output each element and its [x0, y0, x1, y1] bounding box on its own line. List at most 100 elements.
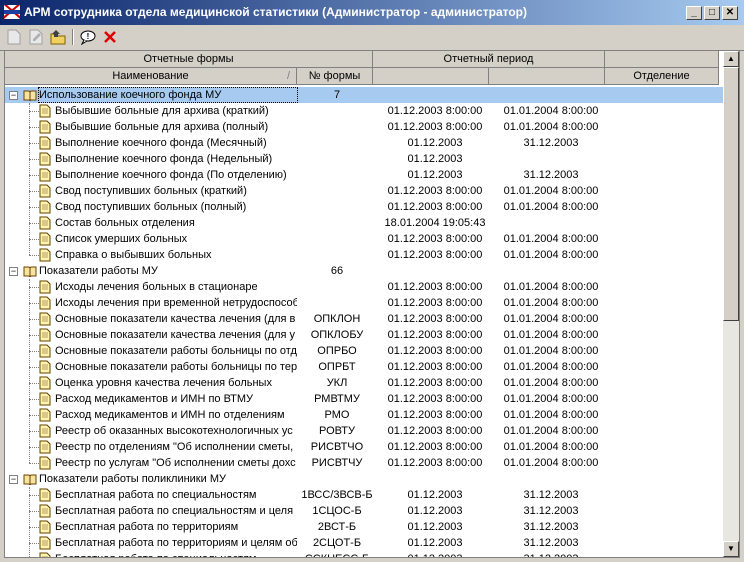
tree-item-row[interactable]: Бесплатная работа по специальностямССКНЕ… — [5, 551, 723, 557]
period-from: 01.12.2003 8:00:00 — [387, 329, 483, 341]
tree-item-row[interactable]: Исходы лечения при временной нетрудоспос… — [5, 295, 723, 311]
form-number: 2СЦОТ-Б — [312, 537, 362, 549]
department — [609, 167, 723, 183]
tree-item-row[interactable]: Исходы лечения больных в стационаре 01.12… — [5, 279, 723, 295]
department — [609, 279, 723, 295]
tree-group-row[interactable]: − Показатели работы поликлиники МУ — [5, 471, 723, 487]
form-number — [297, 471, 377, 487]
period-from: 01.12.2003 8:00:00 — [387, 377, 483, 389]
tree-group-row[interactable]: − Показатели работы МУ 66 — [5, 263, 723, 279]
tree-branch-line — [29, 543, 39, 544]
tree-branch-line — [29, 143, 39, 144]
report-document-icon — [39, 296, 51, 310]
column-header-period-from[interactable] — [373, 68, 489, 85]
report-name: Свод поступивших больных (краткий) — [55, 185, 247, 197]
tree-item-row[interactable]: Свод поступивших больных (краткий) 01.12.… — [5, 183, 723, 199]
scroll-up-button[interactable]: ▲ — [723, 51, 739, 67]
report-name: Бесплатная работа по специальностям — [55, 489, 257, 501]
new-document-icon[interactable] — [4, 28, 24, 46]
report-name: Расход медикаментов и ИМН по отделениям — [55, 409, 285, 421]
delete-icon[interactable] — [100, 28, 120, 46]
period-from: 01.12.2003 8:00:00 — [387, 409, 483, 421]
collapse-toggle-icon[interactable]: − — [9, 91, 18, 100]
period-to — [493, 215, 609, 231]
tree-item-row[interactable]: Список умерших больных 01.12.2003 8:00:00… — [5, 231, 723, 247]
tree-item-row[interactable]: Состав больных отделения 18.01.2004 19:05… — [5, 215, 723, 231]
department — [609, 343, 723, 359]
column-header-name[interactable]: Наименование / — [5, 68, 297, 85]
tree-item-row[interactable]: Выполнение коечного фонда (По отделению)… — [5, 167, 723, 183]
title-bar: АРМ сотрудника отдела медицинской статис… — [0, 0, 744, 25]
report-document-icon — [39, 280, 51, 294]
tree-item-row[interactable]: Расход медикаментов и ИМН по ВТМУ РМВТМУ 0… — [5, 391, 723, 407]
period-from: 01.12.2003 — [407, 153, 463, 165]
tree-item-row[interactable]: Выполнение коечного фонда (Месячный) 01.1… — [5, 135, 723, 151]
tree-item-row[interactable]: Основные показатели качества лечения (дл… — [5, 311, 723, 327]
tree-item-row[interactable]: Бесплатная работа по территориям и целям… — [5, 535, 723, 551]
report-name: Основные показатели работы больницы по т… — [55, 361, 297, 373]
report-document-icon — [39, 456, 51, 470]
collapse-toggle-icon[interactable]: − — [9, 475, 18, 484]
tree-item-row[interactable]: Выполнение коечного фонда (Недельный) 01.… — [5, 151, 723, 167]
tree-item-row[interactable]: Выбывшие больные для архива (полный) 01.1… — [5, 119, 723, 135]
header-report-period: Отчетный период — [373, 51, 605, 68]
tree-item-row[interactable]: Расход медикаментов и ИМН по отделениям Р… — [5, 407, 723, 423]
period-to: 01.01.2004 8:00:00 — [503, 409, 599, 421]
toolbar: ! — [0, 25, 744, 51]
period-from: 01.12.2003 8:00:00 — [387, 201, 483, 213]
report-name: Расход медикаментов и ИМН по ВТМУ — [55, 393, 254, 405]
open-folder-icon[interactable] — [48, 28, 68, 46]
tree-item-row[interactable]: Выбывшие больные для архива (краткий) 01.… — [5, 103, 723, 119]
tree-item-row[interactable]: Оценка уровня качества лечения больных УК… — [5, 375, 723, 391]
period-from: 01.12.2003 8:00:00 — [387, 185, 483, 197]
period-from: 01.12.2003 8:00:00 — [387, 249, 483, 261]
report-forms-grid[interactable]: Отчетные формы Отчетный период Наименова… — [4, 50, 740, 558]
tree-item-row[interactable]: Реестр по отделениям "Об исполнении смет… — [5, 439, 723, 455]
book-icon — [23, 89, 37, 102]
collapse-toggle-icon[interactable]: − — [9, 267, 18, 276]
department — [609, 103, 723, 119]
form-number — [297, 135, 377, 151]
period-to: 01.01.2004 8:00:00 — [503, 233, 599, 245]
column-header-department[interactable]: Отделение — [605, 68, 719, 85]
message-icon[interactable]: ! — [78, 28, 98, 46]
column-header-period-to[interactable] — [489, 68, 605, 85]
report-document-icon — [39, 168, 51, 182]
department — [609, 455, 723, 471]
scroll-thumb[interactable] — [723, 67, 739, 321]
period-from: 01.12.2003 8:00:00 — [387, 345, 483, 357]
tree-item-row[interactable]: Основные показатели работы больницы по о… — [5, 343, 723, 359]
close-button[interactable]: ✕ — [722, 6, 738, 20]
tree-item-row[interactable]: Бесплатная работа по специальностям и це… — [5, 503, 723, 519]
department — [609, 311, 723, 327]
report-name: Основные показатели работы больницы по о… — [55, 345, 297, 357]
tree-item-row[interactable]: Основные показатели качества лечения (дл… — [5, 327, 723, 343]
report-document-icon — [39, 216, 51, 230]
maximize-button[interactable]: □ — [704, 6, 720, 20]
period-from: 18.01.2004 19:05:43 — [384, 217, 486, 229]
tree-item-row[interactable]: Бесплатная работа по территориям 2ВСТ-Б 01… — [5, 519, 723, 535]
tree-branch-line — [29, 527, 39, 528]
vertical-scrollbar[interactable]: ▲ ▼ — [723, 51, 739, 557]
tree-item-row[interactable]: Реестр об оказанных высокотехнологичных … — [5, 423, 723, 439]
period-from: 01.12.2003 — [407, 521, 463, 533]
form-number: 1СЦОС-Б — [312, 505, 362, 517]
minimize-button[interactable]: _ — [686, 6, 702, 20]
tree-item-row[interactable]: Справка о выбывших больных 01.12.2003 8:0… — [5, 247, 723, 263]
tree-group-row[interactable]: − Использование коечного фонда МУ 7 — [5, 87, 723, 103]
report-name: Бесплатная работа по специальностям — [55, 551, 297, 557]
tree-item-row[interactable]: Основные показатели работы больницы по т… — [5, 359, 723, 375]
report-document-icon — [39, 408, 51, 422]
tree-branch-line — [29, 287, 39, 288]
svg-text:!: ! — [87, 32, 90, 41]
form-number: ОПКЛОН — [313, 313, 361, 325]
column-header-code[interactable]: № формы — [297, 68, 373, 85]
tree-item-row[interactable]: Бесплатная работа по специальностям 1ВСС/… — [5, 487, 723, 503]
tree-item-row[interactable]: Свод поступивших больных (полный) 01.12.2… — [5, 199, 723, 215]
edit-document-icon[interactable] — [26, 28, 46, 46]
scroll-down-button[interactable]: ▼ — [723, 541, 739, 557]
department — [609, 535, 723, 551]
form-number: ОПКЛОБУ — [310, 329, 364, 341]
form-number — [297, 183, 377, 199]
tree-item-row[interactable]: Реестр по услугам "Об исполнении сметы д… — [5, 455, 723, 471]
